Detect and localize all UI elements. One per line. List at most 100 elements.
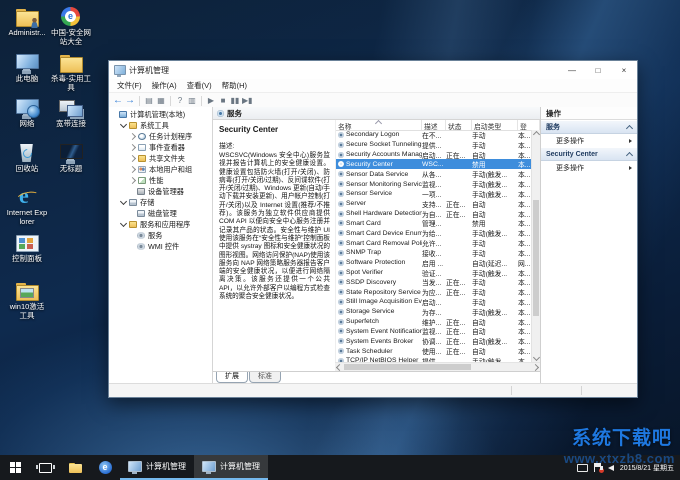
desktop-icon-control-panel[interactable]: 控制面板 bbox=[6, 232, 48, 264]
service-row[interactable]: Still Image Acquisition Ev...启动...手动本... bbox=[336, 297, 531, 307]
taskbar-button-computer-management-2[interactable]: 计算机管理 bbox=[194, 455, 268, 480]
task-view-button[interactable] bbox=[30, 455, 60, 480]
help-icon[interactable]: ? bbox=[175, 95, 185, 106]
desktop-icon-broadband[interactable]: 宽带连接 bbox=[50, 97, 92, 129]
tree-item-system-tools[interactable]: 系统工具 bbox=[109, 120, 212, 131]
expander-closed-icon[interactable] bbox=[129, 144, 136, 151]
vertical-scroll-thumb[interactable] bbox=[533, 200, 539, 316]
desktop-icon-china-safe-sites[interactable]: 中国-安全网站大全 bbox=[50, 6, 92, 46]
tree-item-storage[interactable]: 存储 bbox=[109, 197, 212, 208]
desktop-icon-recycle-bin[interactable]: 回收站 bbox=[6, 142, 48, 174]
actions-section-security-center[interactable]: Security Center bbox=[541, 147, 637, 161]
tree-item-services[interactable]: 服务 bbox=[109, 230, 212, 241]
column-header-4[interactable]: 登 bbox=[518, 120, 540, 130]
expander-open-icon[interactable] bbox=[120, 121, 127, 128]
tree-item-disk-management[interactable]: 磁盘管理 bbox=[109, 208, 212, 219]
stop-service-icon[interactable]: ■ bbox=[218, 95, 228, 106]
expander-open-icon[interactable] bbox=[120, 220, 127, 227]
service-row[interactable]: Security CenterWSC...禁用本... bbox=[336, 159, 531, 169]
scroll-right-icon[interactable] bbox=[532, 364, 539, 371]
service-row[interactable]: System Event Notification...监视...正在...自动… bbox=[336, 327, 531, 337]
menu-action[interactable]: 操作(A) bbox=[147, 80, 182, 91]
menu-help[interactable]: 帮助(H) bbox=[217, 80, 252, 91]
desktop-icon-this-pc[interactable]: 此电脑 bbox=[6, 52, 48, 84]
desktop-icon-win10-activator[interactable]: win10激活工具 bbox=[6, 280, 48, 320]
tab-extended[interactable]: 扩展 bbox=[216, 372, 248, 383]
browser-button[interactable]: e bbox=[90, 455, 120, 480]
start-button[interactable] bbox=[0, 455, 30, 480]
show-console-tree-icon[interactable]: ▤ bbox=[144, 95, 154, 106]
service-row[interactable]: Task Scheduler使用...正在...自动本... bbox=[336, 346, 531, 356]
actions-section-services[interactable]: 服务 bbox=[541, 120, 637, 134]
service-row[interactable]: Storage Service为存...手动(触发...本... bbox=[336, 307, 531, 317]
service-row[interactable]: Sensor Data Service从各...手动(触发...本... bbox=[336, 169, 531, 179]
forward-icon[interactable]: → bbox=[125, 95, 135, 106]
show-action-pane-icon[interactable]: ▥ bbox=[187, 95, 197, 106]
pause-service-icon[interactable]: ▮▮ bbox=[230, 95, 240, 106]
expander-closed-icon[interactable] bbox=[129, 177, 136, 184]
title-bar[interactable]: 计算机管理 — □ × bbox=[109, 61, 637, 79]
column-header-3[interactable]: 启动类型 bbox=[472, 120, 518, 130]
expander-closed-icon[interactable] bbox=[129, 166, 136, 173]
minimize-button[interactable]: — bbox=[559, 61, 585, 79]
service-row[interactable]: Secure Socket Tunneling ...提供...手动本... bbox=[336, 140, 531, 150]
more-actions-item[interactable]: 更多操作 bbox=[541, 134, 637, 147]
horizontal-scroll-thumb[interactable] bbox=[344, 364, 471, 370]
tree-item-shared-folders[interactable]: 共享文件夹 bbox=[109, 153, 212, 164]
service-row[interactable]: Smart Card Device Enum...为给...手动(触发...本.… bbox=[336, 228, 531, 238]
tab-standard[interactable]: 标准 bbox=[249, 372, 281, 383]
desktop-icon-network[interactable]: 网络 bbox=[6, 97, 48, 129]
taskbar-button-computer-management-1[interactable]: 计算机管理 bbox=[120, 455, 194, 480]
service-row[interactable]: Spot Verifier验证...手动(触发...本... bbox=[336, 268, 531, 278]
desktop-icon-antivirus-tools[interactable]: 杀毒-实用工具 bbox=[50, 52, 92, 92]
service-row[interactable]: Superfetch维护...正在...自动本... bbox=[336, 317, 531, 327]
export-list-icon[interactable]: ▦ bbox=[156, 95, 166, 106]
scroll-up-icon[interactable] bbox=[533, 131, 540, 138]
column-header-1[interactable]: 描述 bbox=[422, 120, 446, 130]
service-row[interactable]: SSDP Discovery当发...正在...手动本... bbox=[336, 277, 531, 287]
start-service-icon[interactable]: ▶ bbox=[206, 95, 216, 106]
menu-file[interactable]: 文件(F) bbox=[112, 80, 147, 91]
service-row[interactable]: Sensor Monitoring Service监视...手动(触发...本.… bbox=[336, 179, 531, 189]
tree-item-computer-management-root[interactable]: 计算机管理(本地) bbox=[109, 109, 212, 120]
desktop-icon-administrator[interactable]: Administr... bbox=[6, 6, 48, 38]
service-row[interactable]: System Events Broker协调...正在...自动(触发...本.… bbox=[336, 336, 531, 346]
column-header-2[interactable]: 状态 bbox=[446, 120, 472, 130]
back-icon[interactable]: ← bbox=[113, 95, 123, 106]
desktop-icon-untitled[interactable]: 无标题 bbox=[50, 142, 92, 174]
service-row[interactable]: State Repository Service为应...正在...手动本... bbox=[336, 287, 531, 297]
tree-item-services-and-apps[interactable]: 服务和应用程序 bbox=[109, 219, 212, 230]
scroll-down-icon[interactable] bbox=[533, 354, 540, 361]
service-row[interactable]: Smart Card Removal Poli...允许...手动本... bbox=[336, 238, 531, 248]
expander-closed-icon[interactable] bbox=[129, 133, 136, 140]
maximize-button[interactable]: □ bbox=[585, 61, 611, 79]
service-row[interactable]: Software Protection启用 ...自动(延迟...网... bbox=[336, 258, 531, 268]
tree-item-device-manager[interactable]: 设备管理器 bbox=[109, 186, 212, 197]
file-explorer-button[interactable] bbox=[60, 455, 90, 480]
menu-view[interactable]: 查看(V) bbox=[182, 80, 217, 91]
expander-open-icon[interactable] bbox=[120, 198, 127, 205]
expander-closed-icon[interactable] bbox=[129, 155, 136, 162]
horizontal-scrollbar[interactable] bbox=[335, 362, 540, 371]
close-button[interactable]: × bbox=[611, 61, 637, 79]
service-desc-cell: 启动... bbox=[422, 150, 446, 160]
service-row[interactable]: Sensor Service一项...手动(触发...本... bbox=[336, 189, 531, 199]
vertical-scrollbar[interactable] bbox=[531, 130, 540, 362]
service-row[interactable]: Security Accounts Manag...启动...正在...自动本.… bbox=[336, 150, 531, 160]
service-name: Smart Card Removal Poli... bbox=[346, 240, 422, 247]
service-row[interactable]: Shell Hardware Detection为自...正在...自动本... bbox=[336, 209, 531, 219]
service-row[interactable]: Smart Card管理...禁用本... bbox=[336, 218, 531, 228]
scroll-left-icon[interactable] bbox=[336, 364, 343, 371]
restart-service-icon[interactable]: ▶▮ bbox=[242, 95, 253, 106]
tree-item-local-users-groups[interactable]: 本地用户和组 bbox=[109, 164, 212, 175]
tree-item-wmi-control[interactable]: WMI 控件 bbox=[109, 241, 212, 252]
tree-item-task-scheduler[interactable]: 任务计划程序 bbox=[109, 131, 212, 142]
service-row[interactable]: SNMP Trap接收...手动本... bbox=[336, 248, 531, 258]
tree-item-performance[interactable]: 性能 bbox=[109, 175, 212, 186]
tree-item-event-viewer[interactable]: 事件查看器 bbox=[109, 142, 212, 153]
column-header-0[interactable]: 名称 bbox=[336, 120, 422, 130]
desktop-icon-internet-explorer[interactable]: Internet Explorer bbox=[6, 186, 48, 226]
more-actions-item[interactable]: 更多操作 bbox=[541, 161, 637, 174]
service-row[interactable]: Server支持...正在...自动本... bbox=[336, 199, 531, 209]
service-row[interactable]: Secondary Logon在不...手动本... bbox=[336, 130, 531, 140]
